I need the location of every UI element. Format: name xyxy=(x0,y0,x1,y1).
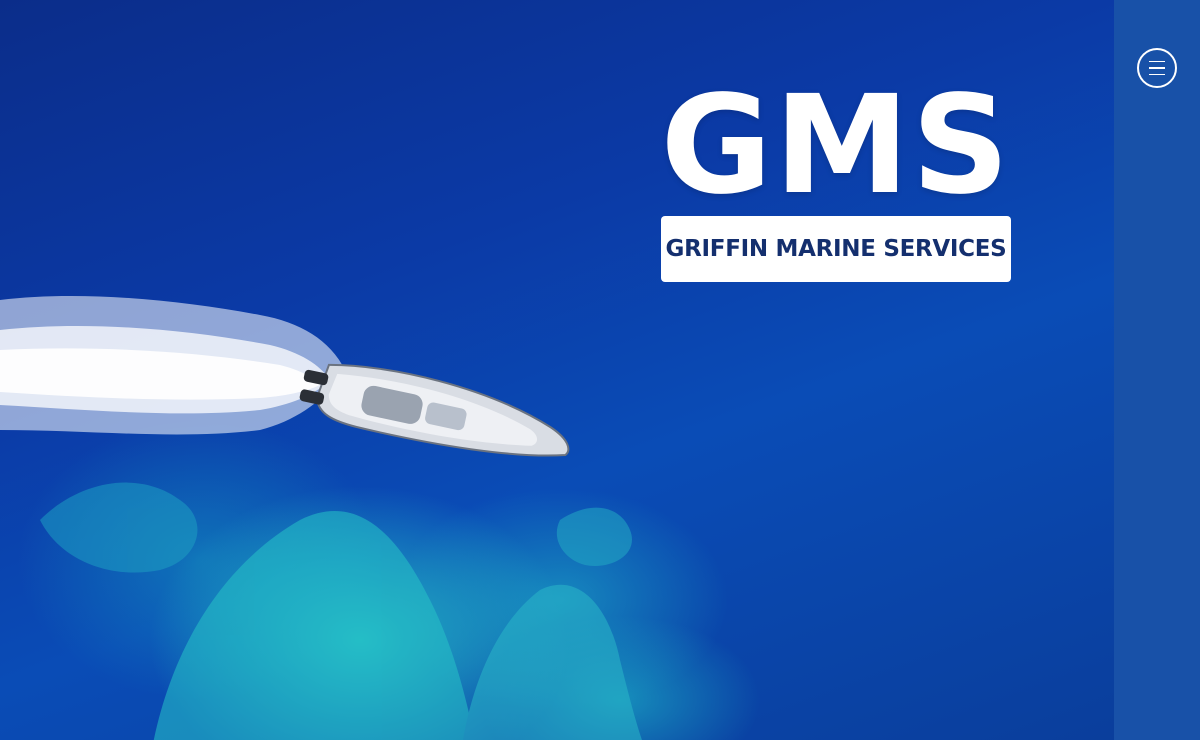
speedboat xyxy=(299,363,570,457)
logo-tagline: GRIFFIN MARINE SERVICES xyxy=(665,236,1007,262)
hamburger-menu-icon-line xyxy=(1149,73,1165,76)
logo-banner: GRIFFIN MARINE SERVICES xyxy=(661,216,1011,282)
side-rail xyxy=(1114,0,1200,740)
page: GMS GRIFFIN MARINE SERVICES xyxy=(0,0,1200,740)
boat-wake xyxy=(0,295,345,435)
hamburger-menu-icon xyxy=(1149,60,1165,63)
logo-mark: GMS xyxy=(660,67,1012,225)
brand-logo[interactable]: GMS GRIFFIN MARINE SERVICES xyxy=(661,76,1011,282)
menu-button[interactable] xyxy=(1137,48,1177,88)
hamburger-menu-icon-line xyxy=(1149,67,1165,69)
reef-patches xyxy=(40,482,642,740)
